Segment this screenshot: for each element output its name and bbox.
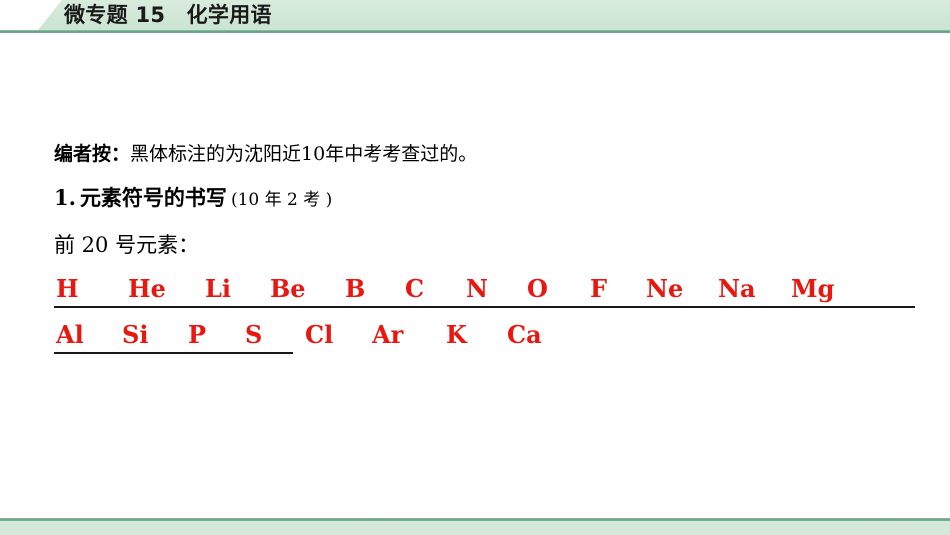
element-symbol: B [345,274,366,303]
footer-band-fill [0,521,950,535]
element-symbol: Ca [507,320,542,349]
element-symbol: Ne [646,274,684,303]
editor-note: 编者按：黑体标注的为沈阳近10年中考考查过的。 [54,139,477,166]
element-symbol: Be [270,274,306,303]
element-row-1: H He Li Be B C N O F Ne Na Mg [0,273,950,313]
element-symbol: Al [56,320,84,349]
sub-label-first-20-elements: 前 20 号元素： [54,233,200,257]
element-symbol: K [446,320,467,349]
element-symbol: Ar [372,320,404,349]
page-header: 微专题 15 化学用语 [0,0,950,33]
element-row-2: Al Si P S Cl Ar K Ca [0,319,950,359]
element-symbol: S [245,320,263,349]
editor-note-text: 黑体标注的为沈阳近10年中考考查过的。 [130,143,478,165]
section-heading: 1. 元素符号的书写 (10 年 2 考 ) [54,182,332,212]
element-symbol: P [188,320,207,349]
section-number: 1. [54,185,76,210]
element-symbol: O [527,274,548,303]
page-title: 微专题 15 化学用语 [64,3,272,27]
element-symbol: C [405,274,425,303]
editor-note-lead: 编者按： [54,143,131,165]
element-underline [54,306,915,308]
element-symbol: Na [718,274,756,303]
element-symbol: Mg [791,274,835,303]
element-symbol: F [590,274,608,303]
element-underline [54,352,293,354]
element-symbol: Cl [305,320,334,349]
section-title: 元素符号的书写 [79,186,227,210]
element-symbol: He [128,274,166,303]
element-symbol: Li [205,274,231,303]
element-symbol: N [466,274,488,303]
page-footer [0,518,950,535]
header-bottom-rule [0,30,950,33]
element-symbol: Si [122,320,149,349]
element-symbol: H [56,274,79,303]
section-exam-count: (10 年 2 考 ) [230,190,333,210]
